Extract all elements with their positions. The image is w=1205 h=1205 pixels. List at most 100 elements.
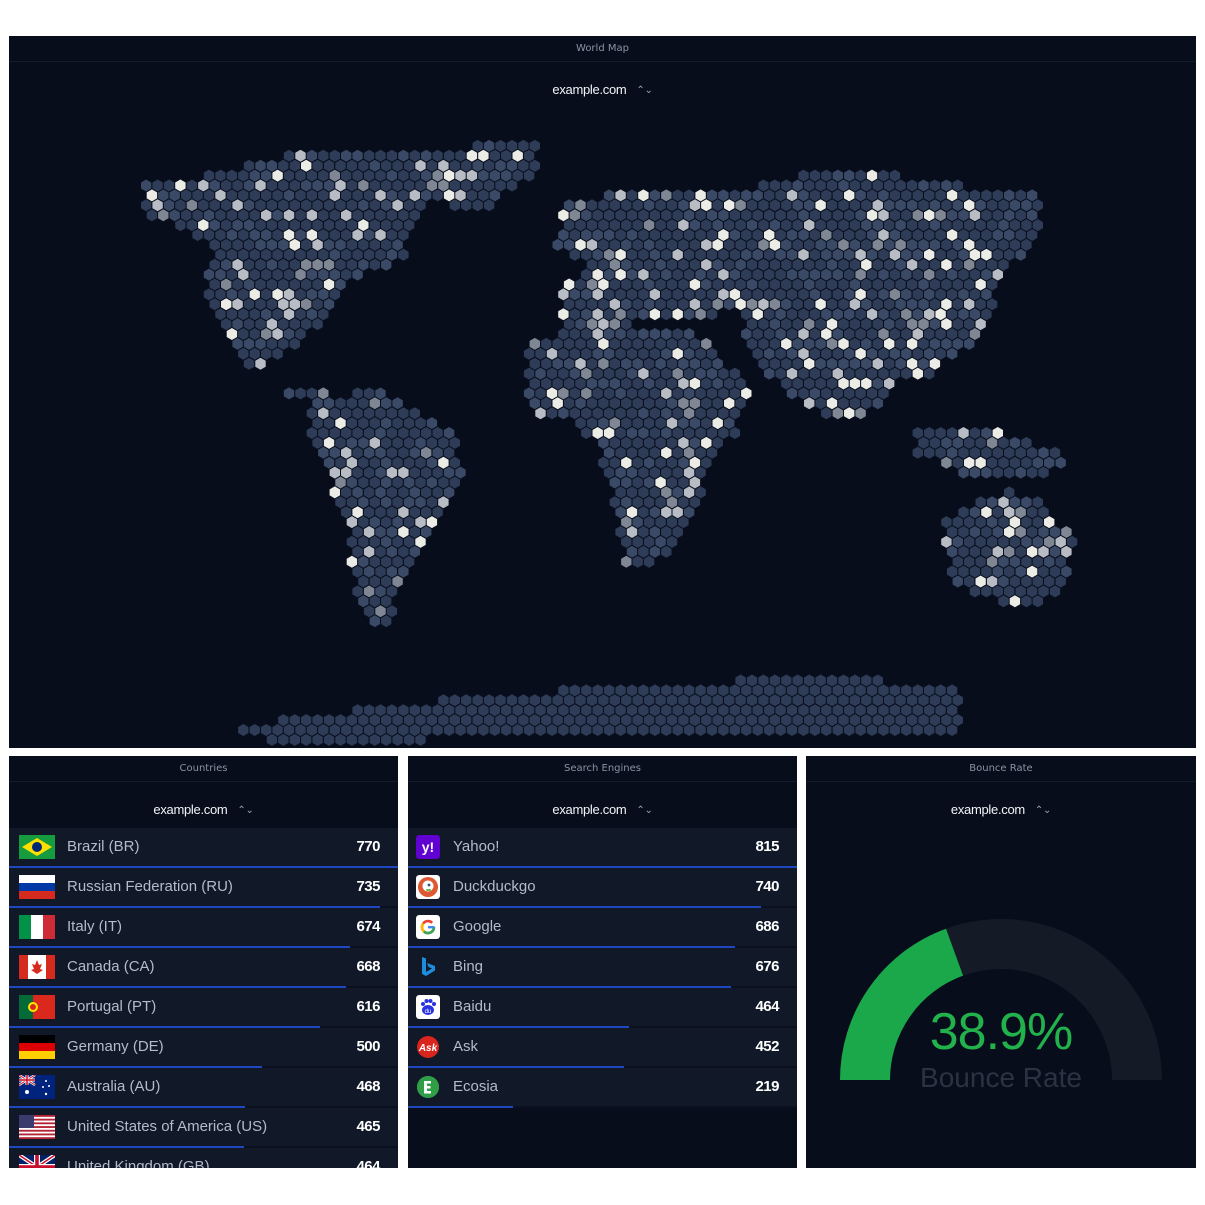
country-hex[interactable] [558, 209, 569, 222]
country-hex[interactable] [706, 724, 718, 736]
country-hex[interactable] [1038, 446, 1049, 459]
country-hex[interactable] [912, 308, 923, 321]
country-hex[interactable] [175, 179, 186, 192]
country-hex[interactable] [935, 704, 946, 717]
country-hex[interactable] [929, 436, 941, 449]
country-hex[interactable] [192, 209, 203, 222]
country-hex[interactable] [329, 427, 340, 439]
country-hex[interactable] [592, 387, 603, 400]
country-hex[interactable] [695, 209, 706, 222]
country-hex[interactable] [918, 298, 929, 311]
country-hex[interactable] [941, 694, 952, 707]
country-hex[interactable] [844, 407, 855, 420]
country-hex[interactable] [649, 308, 660, 321]
country-hex[interactable] [621, 357, 632, 370]
country-hex[interactable] [363, 565, 375, 578]
country-hex[interactable] [815, 357, 826, 370]
country-hex[interactable] [409, 724, 420, 736]
country-hex[interactable] [975, 436, 986, 449]
country-hex[interactable] [981, 268, 992, 281]
country-hex[interactable] [878, 347, 889, 360]
country-hex[interactable] [849, 714, 861, 727]
country-hex[interactable] [1055, 555, 1066, 568]
country-hex[interactable] [735, 694, 746, 707]
country-hex[interactable] [329, 288, 340, 301]
country-hex[interactable] [272, 328, 283, 340]
country-hex[interactable] [272, 724, 283, 736]
country-hex[interactable] [341, 169, 352, 182]
country-hex[interactable] [221, 258, 232, 271]
country-hex[interactable] [386, 704, 398, 717]
country-hex[interactable] [301, 159, 312, 172]
country-hex[interactable] [946, 545, 958, 558]
list-item[interactable]: Russian Federation (RU) 735 [9, 868, 398, 908]
country-hex[interactable] [266, 219, 278, 232]
country-hex[interactable] [563, 377, 575, 390]
country-hex[interactable] [1026, 229, 1038, 241]
country-hex[interactable] [621, 496, 632, 509]
country-hex[interactable] [586, 278, 598, 291]
country-hex[interactable] [255, 298, 266, 311]
country-hex[interactable] [901, 347, 912, 360]
country-hex[interactable] [495, 694, 506, 707]
country-hex[interactable] [981, 308, 992, 321]
country-hex[interactable] [489, 169, 500, 182]
country-hex[interactable] [638, 704, 649, 717]
country-hex[interactable] [672, 189, 683, 202]
country-hex[interactable] [301, 298, 312, 311]
country-hex[interactable] [232, 298, 243, 311]
country-hex[interactable] [941, 714, 952, 727]
country-hex[interactable] [369, 595, 380, 608]
country-hex[interactable] [804, 318, 815, 331]
country-hex[interactable] [603, 724, 615, 736]
country-hex[interactable] [683, 189, 695, 202]
country-hex[interactable] [895, 219, 906, 232]
country-hex[interactable] [844, 189, 855, 202]
country-hex[interactable] [924, 268, 935, 281]
country-hex[interactable] [924, 288, 935, 301]
country-hex[interactable] [352, 486, 363, 499]
country-hex[interactable] [946, 565, 958, 578]
country-hex[interactable] [706, 446, 718, 459]
country-hex[interactable] [901, 704, 912, 717]
country-hex[interactable] [575, 357, 586, 370]
country-hex[interactable] [741, 387, 752, 400]
country-hex[interactable] [992, 268, 1003, 281]
country-hex[interactable] [592, 347, 603, 360]
country-hex[interactable] [701, 417, 712, 430]
country-hex[interactable] [392, 397, 403, 410]
country-hex[interactable] [861, 199, 872, 212]
country-hex[interactable] [289, 337, 300, 350]
country-hex[interactable] [849, 179, 861, 192]
country-hex[interactable] [758, 694, 769, 707]
country-hex[interactable] [643, 436, 655, 449]
country-hex[interactable] [655, 456, 666, 469]
country-hex[interactable] [598, 436, 609, 449]
country-hex[interactable] [964, 298, 975, 311]
country-hex[interactable] [906, 298, 918, 311]
country-hex[interactable] [392, 496, 403, 509]
country-hex[interactable] [969, 545, 981, 558]
country-hex[interactable] [981, 585, 992, 598]
country-hex[interactable] [724, 694, 735, 707]
country-hex[interactable] [855, 704, 866, 717]
country-hex[interactable] [312, 278, 323, 291]
country-hex[interactable] [255, 258, 266, 271]
country-hex[interactable] [381, 397, 392, 410]
country-hex[interactable] [661, 446, 672, 459]
country-hex[interactable] [238, 724, 249, 736]
country-hex[interactable] [438, 694, 449, 707]
country-hex[interactable] [238, 169, 249, 182]
country-hex[interactable] [866, 367, 878, 380]
country-hex[interactable] [312, 318, 323, 331]
country-hex[interactable] [466, 169, 478, 182]
country-hex[interactable] [352, 545, 363, 558]
country-hex[interactable] [998, 199, 1009, 212]
country-hex[interactable] [375, 189, 386, 202]
country-hex[interactable] [895, 714, 906, 727]
country-hex[interactable] [683, 288, 695, 301]
country-hex[interactable] [981, 427, 992, 439]
country-hex[interactable] [884, 219, 895, 232]
country-hex[interactable] [403, 516, 415, 529]
country-hex[interactable] [1032, 595, 1043, 608]
